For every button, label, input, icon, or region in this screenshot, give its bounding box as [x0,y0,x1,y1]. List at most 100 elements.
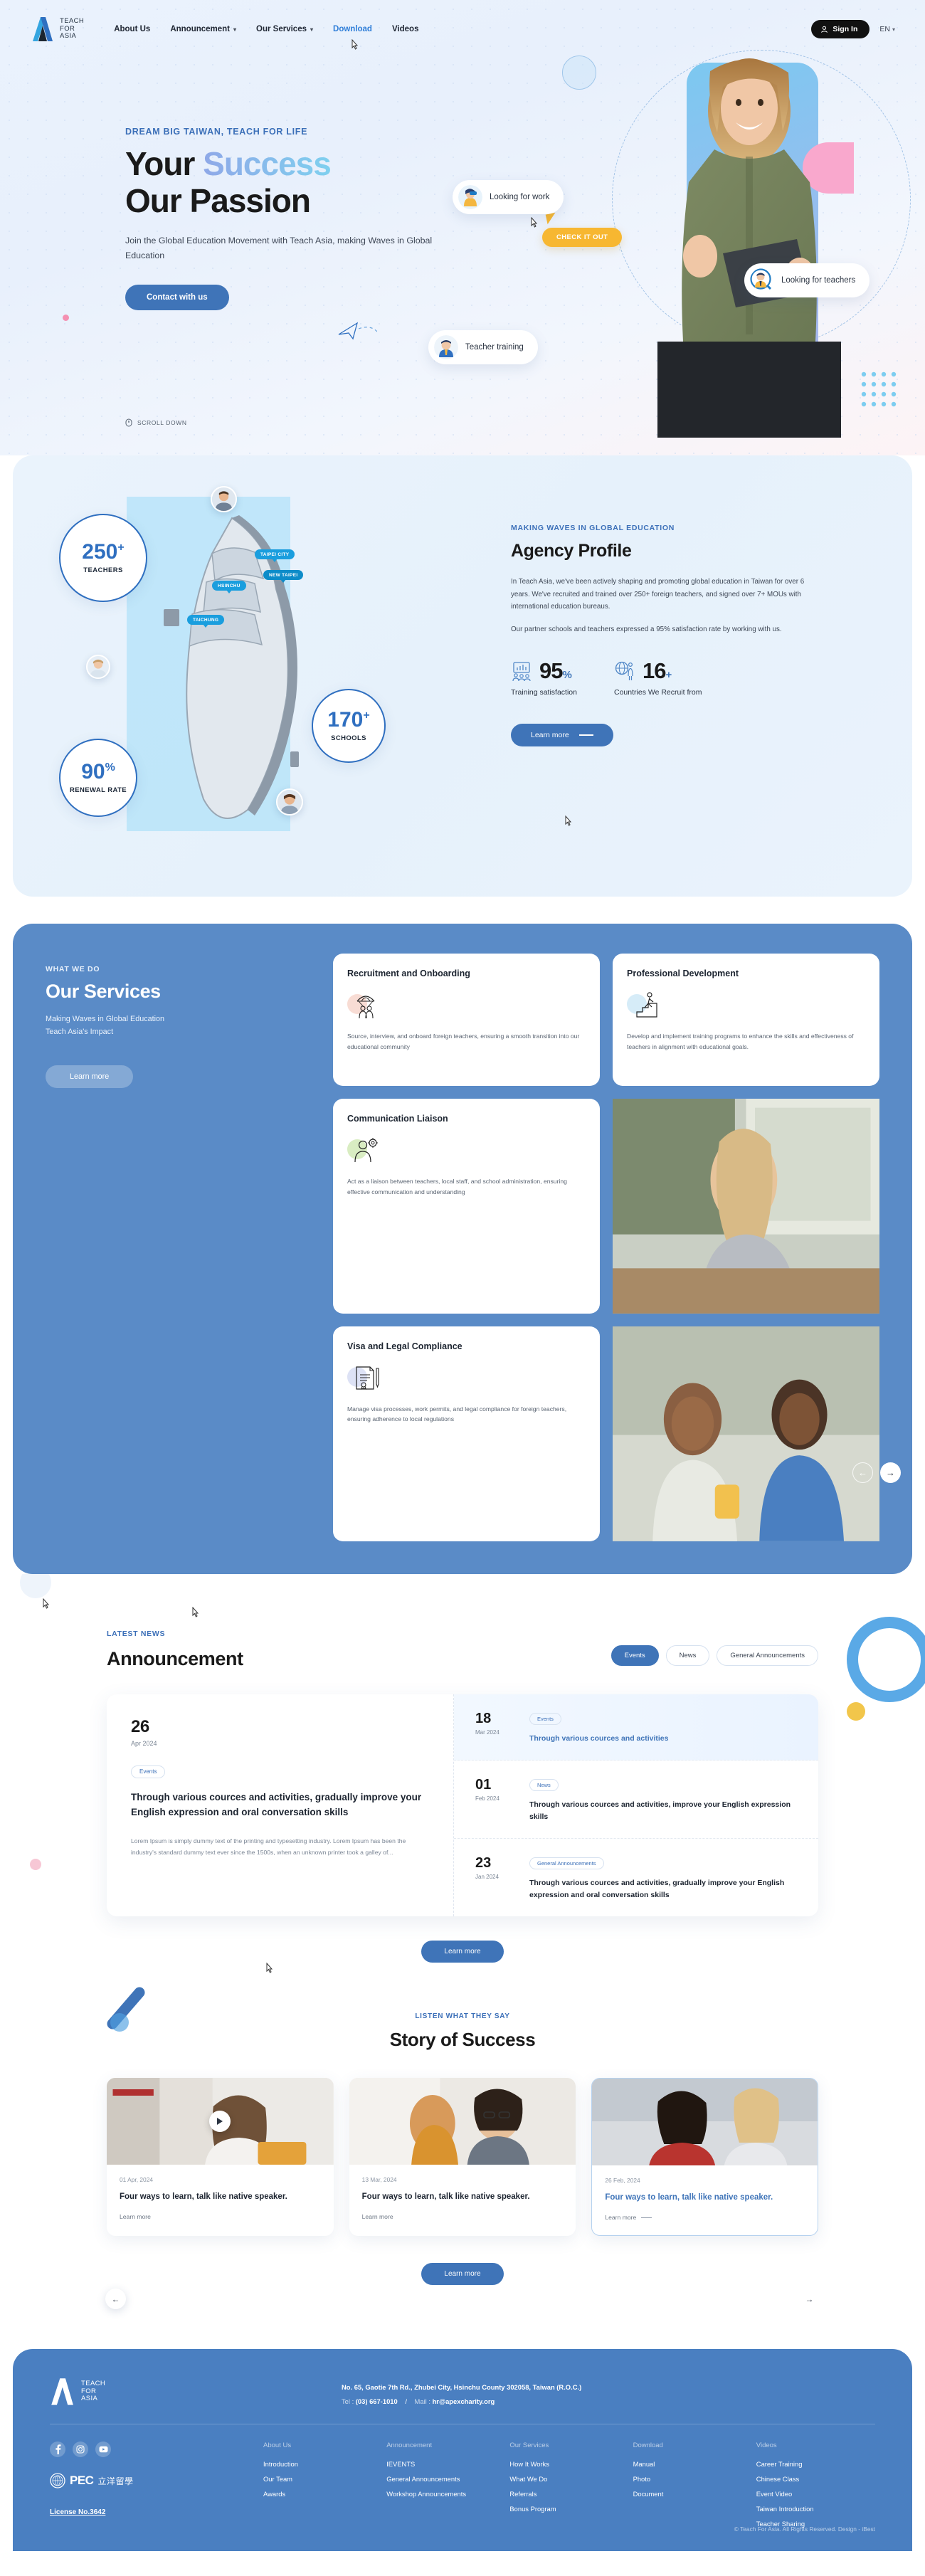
teacher-avatar-photo [211,486,237,512]
announcement-featured-card[interactable]: 26 Apr 2024 Events Through various courc… [107,1694,454,1917]
footer-brand[interactable]: TEACH FOR ASIA [50,2377,263,2405]
service-card-recruitment-onboarding[interactable]: Recruitment and Onboarding Source, inter… [333,954,600,1086]
footer-link[interactable]: Our Team [263,2474,382,2483]
story-learn-more-link[interactable]: Learn more [362,2213,564,2220]
footer-top: TEACH FOR ASIA No. 65, Gaotie 7th Rd., Z… [50,2377,875,2405]
footer-link[interactable]: What We Do [509,2474,628,2483]
footer-link[interactable]: Career Training [756,2459,875,2469]
instagram-glyph [76,2445,85,2454]
footer-link[interactable]: Introduction [263,2459,382,2469]
story-learn-more-link[interactable]: Learn more [605,2214,805,2221]
badge-looking-for-work[interactable]: Looking for work [453,180,564,214]
service-card-body: Act as a liaison between teachers, local… [347,1178,567,1195]
tel-value[interactable]: (03) 667-1010 [356,2397,398,2405]
carousel-prev-button[interactable]: ← [852,1462,873,1483]
services-subtitle-line1: Making Waves in Global Education [46,1015,165,1023]
language-selector[interactable]: EN ▾ [879,25,895,33]
mouse-scroll-icon [125,418,132,427]
stories-learn-more-button[interactable]: Learn more [421,2263,504,2286]
brand-logo[interactable]: TEACH FOR ASIA [31,17,84,41]
contact-with-us-button[interactable]: Contact with us [125,285,229,310]
announcement-filter-tabs: Events News General Announcements [43,1598,818,1666]
footer-link[interactable]: Manual [633,2459,752,2469]
nav-item-announcement[interactable]: Announcement ▾ [170,25,236,33]
badge-check-it-out[interactable]: CHECK IT OUT [542,228,623,247]
teach-for-asia-logo-icon [33,17,53,41]
license-link[interactable]: License No.3642 [50,2508,263,2516]
scroll-down-indicator[interactable]: SCROLL DOWN [125,418,187,427]
stories-cta-wrap: Learn more [0,2263,925,2286]
footer-link[interactable]: Awards [263,2489,382,2498]
youtube-icon[interactable] [95,2442,111,2458]
stat-countries: 16+ Countries We Recruit from [614,660,702,697]
hero-title: Your Success Our Passion [125,145,460,219]
footer-link[interactable]: How It Works [509,2459,628,2469]
partner-abbr: PEC [70,2474,94,2488]
map-tag-taipei-city[interactable]: TAIPEI CITY [255,549,295,562]
facebook-icon[interactable] [50,2442,65,2458]
badge-teacher-training[interactable]: Teacher training [428,330,538,364]
service-card-communication-liaison[interactable]: Communication Liaison Act as a liaison b… [333,1099,600,1314]
footer-link[interactable]: Document [633,2489,752,2498]
sign-in-button[interactable]: Sign In [811,20,870,38]
story-date: 13 Mar, 2024 [361,2176,397,2184]
footer-link[interactable]: Event Video [756,2489,875,2498]
carousel-next-button[interactable]: → [880,1462,901,1483]
footer-column-download: Download Manual Photo Document [633,2442,752,2534]
nav-item-download[interactable]: Download [333,25,372,50]
tab-events[interactable]: Events [610,1645,659,1666]
presentation-chart-icon [512,661,531,681]
tab-general-announcements[interactable]: General Announcements [717,1645,818,1666]
service-card-professional-development[interactable]: Professional Development Develop and imp… [613,954,879,1086]
service-card-visa-legal-compliance[interactable]: Visa and Legal Compliance Manage visa pr… [333,1326,600,1541]
nav-item-videos[interactable]: Videos [392,25,419,33]
profile-learn-more-button[interactable]: Learn more [511,724,613,746]
map-tag-new-taipei[interactable]: NEW TAIPEI [263,570,304,583]
footer-link[interactable]: Workshop Announcements [386,2489,505,2498]
story-learn-more-link[interactable]: Learn more [120,2213,321,2220]
story-card[interactable]: 01 Apr, 2024 Four ways to learn, talk li… [107,2078,334,2237]
map-tag-hsinchu[interactable]: HSINCHU [212,581,246,593]
main-nav: About Us Announcement ▾ Our Services ▾ D… [114,25,419,50]
footer-link[interactable]: Bonus Program [509,2504,628,2513]
footer-link[interactable]: Taiwan Introduction [756,2504,875,2513]
nav-label: Videos [391,25,419,33]
map-tag-taichung[interactable]: TAICHUNG [187,615,225,628]
service-card-body: Manage visa processes, work permits, and… [347,1405,567,1423]
mail-value[interactable]: hr@apexcharity.org [433,2397,495,2405]
partner-logo-pec[interactable]: PEC 立洋留學 [50,2473,263,2488]
footer-address: No. 65, Gaotie 7th Rd., Zhubei City, Hsi… [342,2383,582,2392]
announcement-list-item[interactable]: 23 Jan 2024 General Announcements Throug… [454,1839,818,1916]
footer-link[interactable]: General Announcements [386,2474,505,2483]
announcement-list-item[interactable]: 18 Mar 2024 Events Through various courc… [192,1606,818,1761]
item-tag: News [529,1779,559,1792]
nav-item-about-us[interactable]: About Us [114,25,150,33]
story-body: 26 Feb, 2024 Four ways to learn, talk li… [266,1963,818,2235]
services-learn-more-button[interactable]: Learn more [46,1065,134,1088]
footer-link[interactable]: IEVENTS [386,2459,505,2469]
instagram-icon[interactable] [73,2442,88,2458]
footer-link[interactable]: Photo [633,2474,752,2483]
brand-wordmark: TEACH FOR ASIA [60,17,85,41]
stories-next-button[interactable]: → [799,2289,820,2309]
announcement-list: 18 Mar 2024 Events Through various courc… [192,1606,818,1917]
nav-item-our-services[interactable]: Our Services ▾ [256,25,313,33]
partner-chinese-name: 立洋留學 [97,2476,134,2486]
footer-link[interactable]: Chinese Class [756,2474,875,2483]
story-card-active[interactable]: 26 Feb, 2024 Four ways to learn, talk li… [266,1963,818,2237]
announcement-learn-more-button[interactable]: Learn more [421,1941,504,1963]
play-button[interactable] [209,2111,231,2133]
announcement-list-item[interactable]: 01 Feb 2024 News Through various cources… [454,1761,818,1839]
item-title: Through various cources and activities, … [529,1879,785,1899]
stat-value: 90% [81,759,115,783]
featured-day: 26 [131,1716,149,1736]
item-month: Jan 2024 [475,1874,499,1881]
badge-looking-for-teachers[interactable]: Looking for teachers [744,263,870,297]
badge-label: Looking for teachers [781,276,856,285]
stories-prev-button[interactable]: ← [105,2289,126,2310]
story-card[interactable]: 13 Mar, 2024 Four ways to learn, talk li… [349,2078,576,2237]
footer-column-about-us: About Us Introduction Our Team Awards [263,2442,382,2534]
decorative-blue-stroke [107,1987,145,2032]
tab-news[interactable]: News [665,1645,710,1666]
footer-link[interactable]: Referrals [509,2489,628,2498]
